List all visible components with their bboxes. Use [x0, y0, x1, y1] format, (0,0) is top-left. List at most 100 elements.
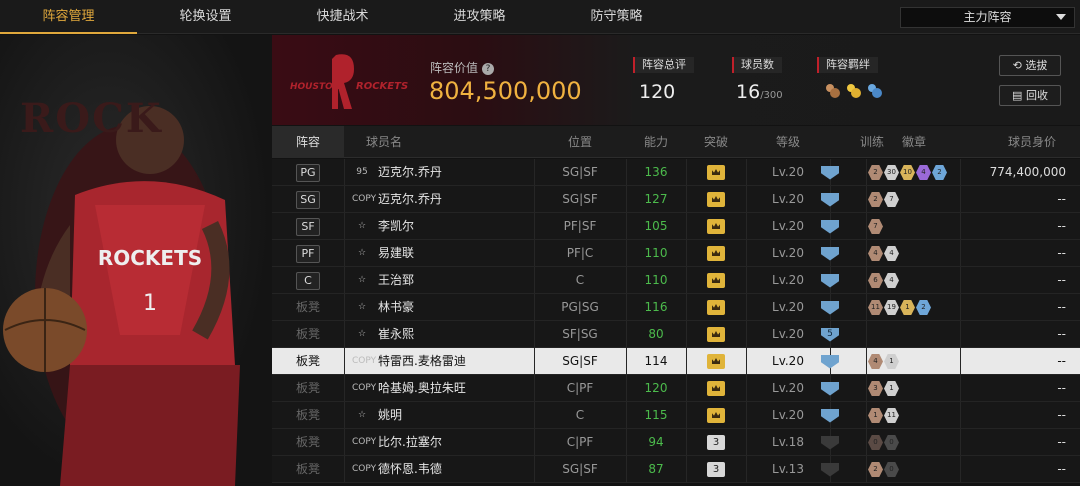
table-row[interactable]: 板凳 COPY 特雷西.麦格雷迪 SG|SF 114 Lv.20 4 1 -- — [272, 348, 1080, 375]
crown-icon — [707, 300, 725, 315]
lineup-dropdown[interactable]: 主力阵容 — [900, 7, 1075, 28]
lineup-slot[interactable]: 板凳 — [272, 294, 344, 321]
player-position: C — [575, 273, 585, 287]
player-training[interactable]: 5 — [812, 321, 848, 348]
tab-offense-strategy[interactable]: 进攻策略 — [411, 0, 548, 34]
player-training[interactable] — [812, 348, 848, 375]
player-badges[interactable]: 41 — [868, 348, 964, 375]
player-name[interactable]: 易建联 — [378, 240, 528, 267]
col-breakthrough[interactable]: 突破 — [686, 126, 746, 158]
col-worth[interactable]: 球员身价 — [992, 126, 1072, 158]
col-badges[interactable]: 徽章 — [866, 126, 962, 158]
table-row[interactable]: PG 95 迈克尔.乔丹 SG|SF 136 Lv.20 2 30 10 4 2 774,400,00… — [272, 159, 1080, 186]
player-badges[interactable]: 1 11 — [868, 402, 964, 429]
player-training[interactable] — [812, 402, 848, 429]
player-ability: 127 — [644, 192, 668, 206]
player-name[interactable]: 比尔.拉塞尔 — [378, 429, 528, 456]
table-row[interactable]: 板凳 COPY 哈基姆.奥拉朱旺 C|PF 120 Lv.20 3 1 -- — [272, 375, 1080, 402]
col-name[interactable]: 球员名 — [354, 126, 414, 158]
player-badges[interactable]: 11 19 1 2 — [868, 294, 964, 321]
lineup-slot[interactable]: 板凳 — [272, 456, 344, 483]
player-breakthrough[interactable] — [686, 213, 746, 240]
lineup-slot[interactable]: PF — [272, 240, 344, 267]
player-name[interactable]: 崔永熙 — [378, 321, 528, 348]
lineup-slot[interactable]: 板凳 — [272, 375, 344, 402]
player-badges[interactable] — [868, 321, 964, 348]
player-breakthrough[interactable] — [686, 294, 746, 321]
player-breakthrough[interactable] — [686, 348, 746, 375]
player-name[interactable]: 姚明 — [378, 402, 528, 429]
player-training[interactable] — [812, 294, 848, 321]
col-ability[interactable]: 能力 — [626, 126, 686, 158]
select-button[interactable]: ⟲ 选拔 — [999, 55, 1061, 76]
player-training[interactable] — [812, 240, 848, 267]
player-badges[interactable]: 31 — [868, 375, 964, 402]
player-breakthrough[interactable] — [686, 402, 746, 429]
player-badges[interactable]: 64 — [868, 267, 964, 294]
player-training[interactable] — [812, 429, 848, 456]
player-name[interactable]: 迈克尔.乔丹 — [378, 159, 528, 186]
player-name[interactable]: 特雷西.麦格雷迪 — [378, 348, 528, 375]
table-row[interactable]: 板凳 ☆ 姚明 C 115 Lv.20 1 11 -- — [272, 402, 1080, 429]
badge-hex-icon: 0 — [884, 435, 899, 450]
table-row[interactable]: PF ☆ 易建联 PF|C 110 Lv.20 4 4 -- — [272, 240, 1080, 267]
player-breakthrough[interactable]: 3 — [686, 456, 746, 483]
player-breakthrough[interactable] — [686, 240, 746, 267]
player-badges[interactable]: 7 — [868, 213, 964, 240]
player-breakthrough[interactable] — [686, 267, 746, 294]
player-mark: ☆ — [352, 321, 372, 348]
player-position: PF|C — [566, 246, 594, 260]
copy-tag: COPY — [352, 383, 377, 393]
col-level[interactable]: 等级 — [746, 126, 830, 158]
recycle-button[interactable]: ▤ 回收 — [999, 85, 1061, 106]
player-badges[interactable]: 00 — [868, 429, 964, 456]
player-name[interactable]: 迈克尔.乔丹 — [378, 186, 528, 213]
tab-defense-strategy[interactable]: 防守策略 — [548, 0, 685, 34]
table-row[interactable]: 板凳 ☆ 崔永熙 SF|SG 80 Lv.20 5 -- — [272, 321, 1080, 348]
player-badges[interactable]: 20 — [868, 456, 964, 483]
player-badges[interactable]: 44 — [868, 240, 964, 267]
player-training[interactable] — [812, 267, 848, 294]
player-breakthrough[interactable]: 3 — [686, 429, 746, 456]
lineup-slot[interactable]: 板凳 — [272, 402, 344, 429]
player-badges[interactable]: 2 30 10 4 2 — [868, 159, 964, 186]
player-name[interactable]: 德怀恩.韦德 — [378, 456, 528, 483]
bond-icons[interactable] — [823, 81, 885, 105]
table-row[interactable]: SG COPY 迈克尔.乔丹 SG|SF 127 Lv.20 2 7 -- — [272, 186, 1080, 213]
player-name[interactable]: 林书豪 — [378, 294, 528, 321]
player-training[interactable] — [812, 375, 848, 402]
lineup-slot[interactable]: 板凳 — [272, 348, 344, 375]
badge-hex-icon: 1 — [900, 300, 915, 315]
table-row[interactable]: SF ☆ 李凯尔 PF|SF 105 Lv.20 7 -- — [272, 213, 1080, 240]
player-training[interactable] — [812, 186, 848, 213]
player-breakthrough[interactable] — [686, 321, 746, 348]
player-breakthrough[interactable] — [686, 375, 746, 402]
tab-rotation-settings[interactable]: 轮换设置 — [137, 0, 274, 34]
table-row[interactable]: 板凳 COPY 德怀恩.韦德 SG|SF 87 3 Lv.13 2 0 -- — [272, 456, 1080, 483]
lineup-slot[interactable]: C — [272, 267, 344, 294]
svg-text:ROCKETS: ROCKETS — [356, 81, 408, 92]
lineup-slot[interactable]: 板凳 — [272, 429, 344, 456]
lineup-slot[interactable]: SG — [272, 186, 344, 213]
player-name[interactable]: 王治郅 — [378, 267, 528, 294]
col-position[interactable]: 位置 — [534, 126, 626, 158]
player-training[interactable] — [812, 159, 848, 186]
player-breakthrough[interactable] — [686, 159, 746, 186]
player-name[interactable]: 哈基姆.奥拉朱旺 — [378, 375, 528, 402]
badge-hex-icon: 11 — [868, 300, 883, 315]
col-slot[interactable]: 阵容 — [272, 126, 344, 158]
table-row[interactable]: 板凳 COPY 比尔.拉塞尔 C|PF 94 3 Lv.18 0 0 -- — [272, 429, 1080, 456]
player-training[interactable] — [812, 213, 848, 240]
player-breakthrough[interactable] — [686, 186, 746, 213]
table-row[interactable]: C ☆ 王治郅 C 110 Lv.20 6 4 -- — [272, 267, 1080, 294]
player-training[interactable] — [812, 456, 848, 483]
lineup-slot[interactable]: SF — [272, 213, 344, 240]
tab-lineup-management[interactable]: 阵容管理 — [0, 0, 137, 34]
player-badges[interactable]: 27 — [868, 186, 964, 213]
table-row[interactable]: 板凳 ☆ 林书豪 PG|SG 116 Lv.20 11 19 1 2 -- — [272, 294, 1080, 321]
lineup-slot[interactable]: PG — [272, 159, 344, 186]
tab-quick-tactics[interactable]: 快捷战术 — [274, 0, 411, 34]
lineup-slot[interactable]: 板凳 — [272, 321, 344, 348]
player-name[interactable]: 李凯尔 — [378, 213, 528, 240]
help-icon[interactable]: ? — [482, 62, 495, 75]
